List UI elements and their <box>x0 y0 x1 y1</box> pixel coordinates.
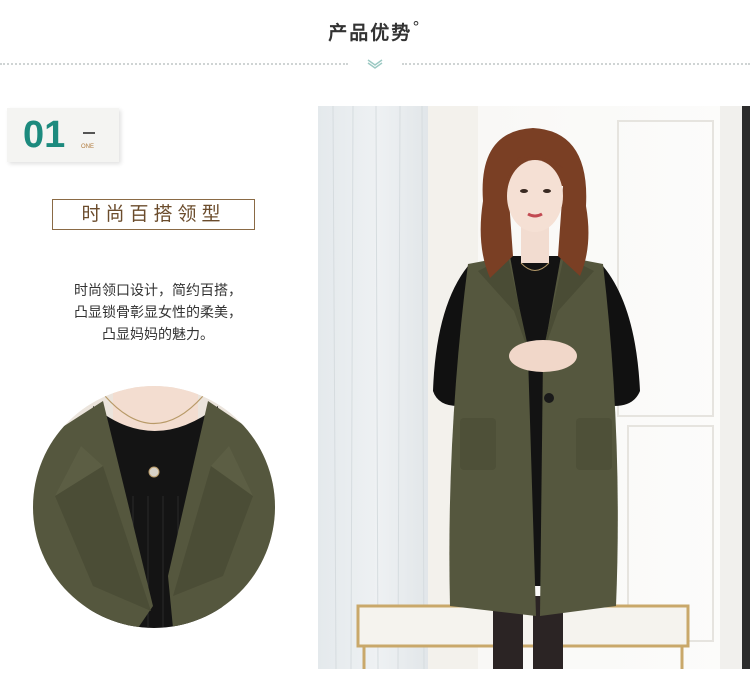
feature-number-sub: ONE <box>81 144 95 150</box>
description-line: 时尚领口设计，简约百搭， <box>74 283 242 299</box>
divider-left <box>0 63 348 65</box>
feature-number: 01 <box>23 114 66 156</box>
description-line: 凸显妈妈的魅力。 <box>102 327 214 343</box>
description-line: 凸显锁骨彰显女性的柔美， <box>74 305 242 321</box>
title-mark: ° <box>412 18 422 36</box>
feature-heading: 时尚百搭领型 <box>52 199 255 230</box>
section-title-text: 产品优势 <box>328 22 413 44</box>
feature-number-badge: 01 ONE <box>7 108 119 162</box>
number-dash <box>83 132 95 134</box>
product-model-photo <box>318 106 750 669</box>
feature-description: 时尚领口设计，简约百搭， 凸显锁骨彰显女性的柔美， 凸显妈妈的魅力。 <box>30 280 286 346</box>
chevron-down-icon <box>367 59 383 69</box>
collar-detail-photo <box>33 386 275 628</box>
section-title: 产品优势° <box>0 18 750 45</box>
divider-right <box>402 63 750 65</box>
